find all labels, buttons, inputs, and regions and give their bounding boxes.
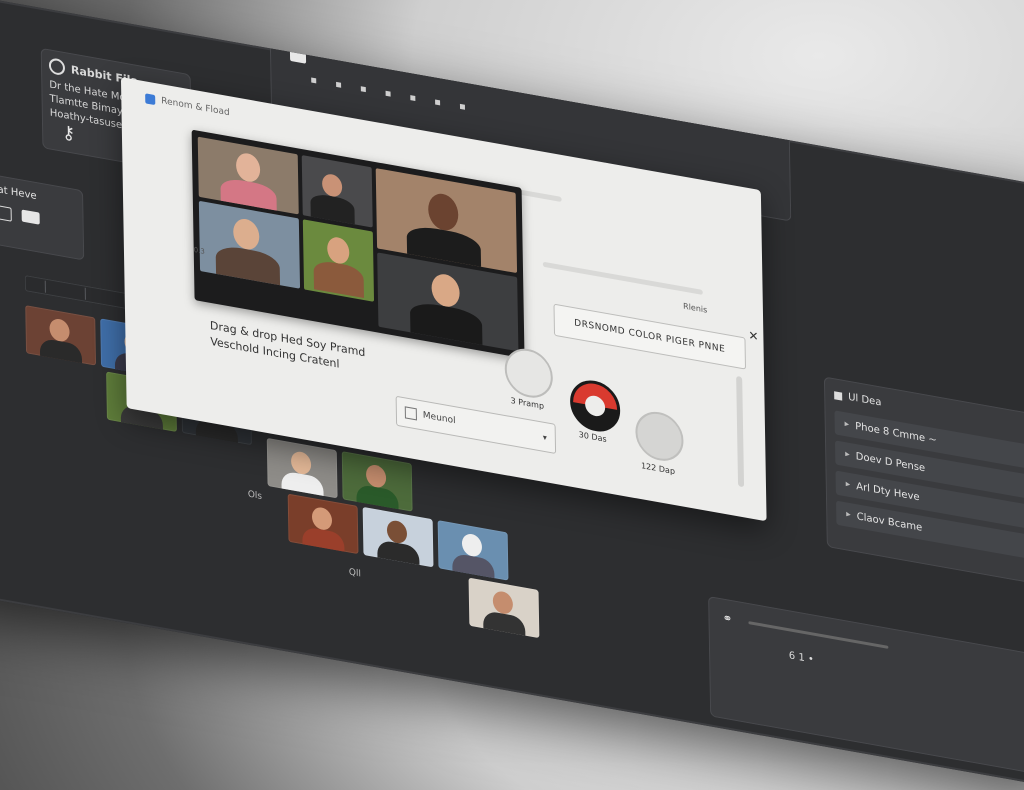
toolbar-tab[interactable]: ▪ xyxy=(310,75,317,87)
right-panel-item-label: Claov Bcame xyxy=(856,510,923,534)
color-picker-title-text: DRSNOMD COLOR PIGER PNNE xyxy=(574,318,726,355)
toolbar-tab[interactable]: ▪ xyxy=(360,83,367,95)
timeline-tick xyxy=(84,287,86,300)
stage: ▪ ▪ ▪ ▪ ▪ ▪ ▪ Rabbit Fila Dr the Hate Mo… xyxy=(0,0,1024,790)
video-tile[interactable] xyxy=(198,200,301,289)
media-thumbnail[interactable] xyxy=(341,451,413,512)
toolbar-tab[interactable]: ▪ xyxy=(459,101,466,113)
media-thumbnail[interactable] xyxy=(468,577,540,639)
app-logo-icon xyxy=(145,93,156,106)
toolbar-tab[interactable]: ▪ xyxy=(385,88,392,100)
media-thumbnail[interactable] xyxy=(362,506,434,568)
dropdown-value: Meunol xyxy=(422,410,456,427)
color-swatch[interactable] xyxy=(635,408,684,465)
bottom-right-controls: ⚭ 6 1 • xyxy=(708,595,1024,781)
color-picker-title: DRSNOMD COLOR PIGER PNNE xyxy=(553,303,747,370)
media-thumbnail[interactable] xyxy=(266,437,338,499)
right-panel-item-label: Phoe 8 Cmme ~ xyxy=(855,420,937,446)
media-thumbnail[interactable] xyxy=(437,520,509,581)
dropdown-icon xyxy=(404,406,417,421)
right-panel-item-label: Doev D Pense xyxy=(855,450,926,474)
dialog-slider[interactable] xyxy=(542,261,703,295)
app-icon[interactable] xyxy=(289,48,307,64)
left-panel: hat Heve xyxy=(0,172,85,261)
chevron-right-icon: ▸ xyxy=(846,509,851,521)
value-readout: 6 1 • xyxy=(788,650,814,666)
dialog-title: Renom & Fload xyxy=(161,96,230,119)
toolbar-tabs: ▪ ▪ ▪ ▪ ▪ ▪ ▪ xyxy=(310,75,466,114)
color-swatch[interactable] xyxy=(504,344,554,402)
rectangle-icon[interactable] xyxy=(0,204,12,222)
right-panel-item-label: Arl Dty Heve xyxy=(856,480,920,503)
square-icon xyxy=(834,391,843,401)
close-icon[interactable]: ✕ xyxy=(748,328,758,344)
bottom-right-label: Qll xyxy=(348,567,362,580)
settings-label[interactable]: Rlenis xyxy=(683,301,707,314)
right-panel: Ul Dea ▸ Phoe 8 Cmme ~ ▸ Doev D Pense ▸ Arl… xyxy=(823,376,1024,590)
dialog-scrollbar[interactable] xyxy=(736,375,745,488)
chevron-right-icon: ▸ xyxy=(845,449,850,461)
toolbar-tab[interactable]: ▪ xyxy=(409,92,416,104)
camera-icon[interactable] xyxy=(21,209,40,225)
media-thumbnail[interactable] xyxy=(25,305,97,366)
right-panel-title: Ul Dea xyxy=(848,391,882,409)
left-panel-title: hat Heve xyxy=(0,183,37,203)
device-screen: ▪ ▪ ▪ ▪ ▪ ▪ ▪ Rabbit Fila Dr the Hate Mo… xyxy=(0,0,1024,790)
media-thumbnail[interactable] xyxy=(287,493,359,555)
chevron-right-icon: ▸ xyxy=(844,419,850,430)
video-tile[interactable] xyxy=(301,155,373,228)
key-icon[interactable]: ⚷ xyxy=(62,122,76,145)
chevron-down-icon: ▾ xyxy=(542,432,547,442)
video-tile[interactable] xyxy=(302,219,375,302)
toolbar-tab[interactable]: ▪ xyxy=(434,96,441,108)
timeline-tick xyxy=(44,280,46,293)
circle-icon xyxy=(48,57,66,77)
bottom-left-label: Ols xyxy=(247,489,263,503)
link-icon[interactable]: ⚭ xyxy=(722,610,732,626)
swatch-label: 122 Dap xyxy=(640,461,676,477)
chevron-right-icon: ▸ xyxy=(845,479,851,491)
color-swatch-selected[interactable] xyxy=(569,376,621,436)
volume-slider[interactable] xyxy=(748,621,889,649)
toolbar-tab[interactable]: ▪ xyxy=(335,79,342,91)
dialog-title-bar: Renom & Fload xyxy=(145,93,230,118)
